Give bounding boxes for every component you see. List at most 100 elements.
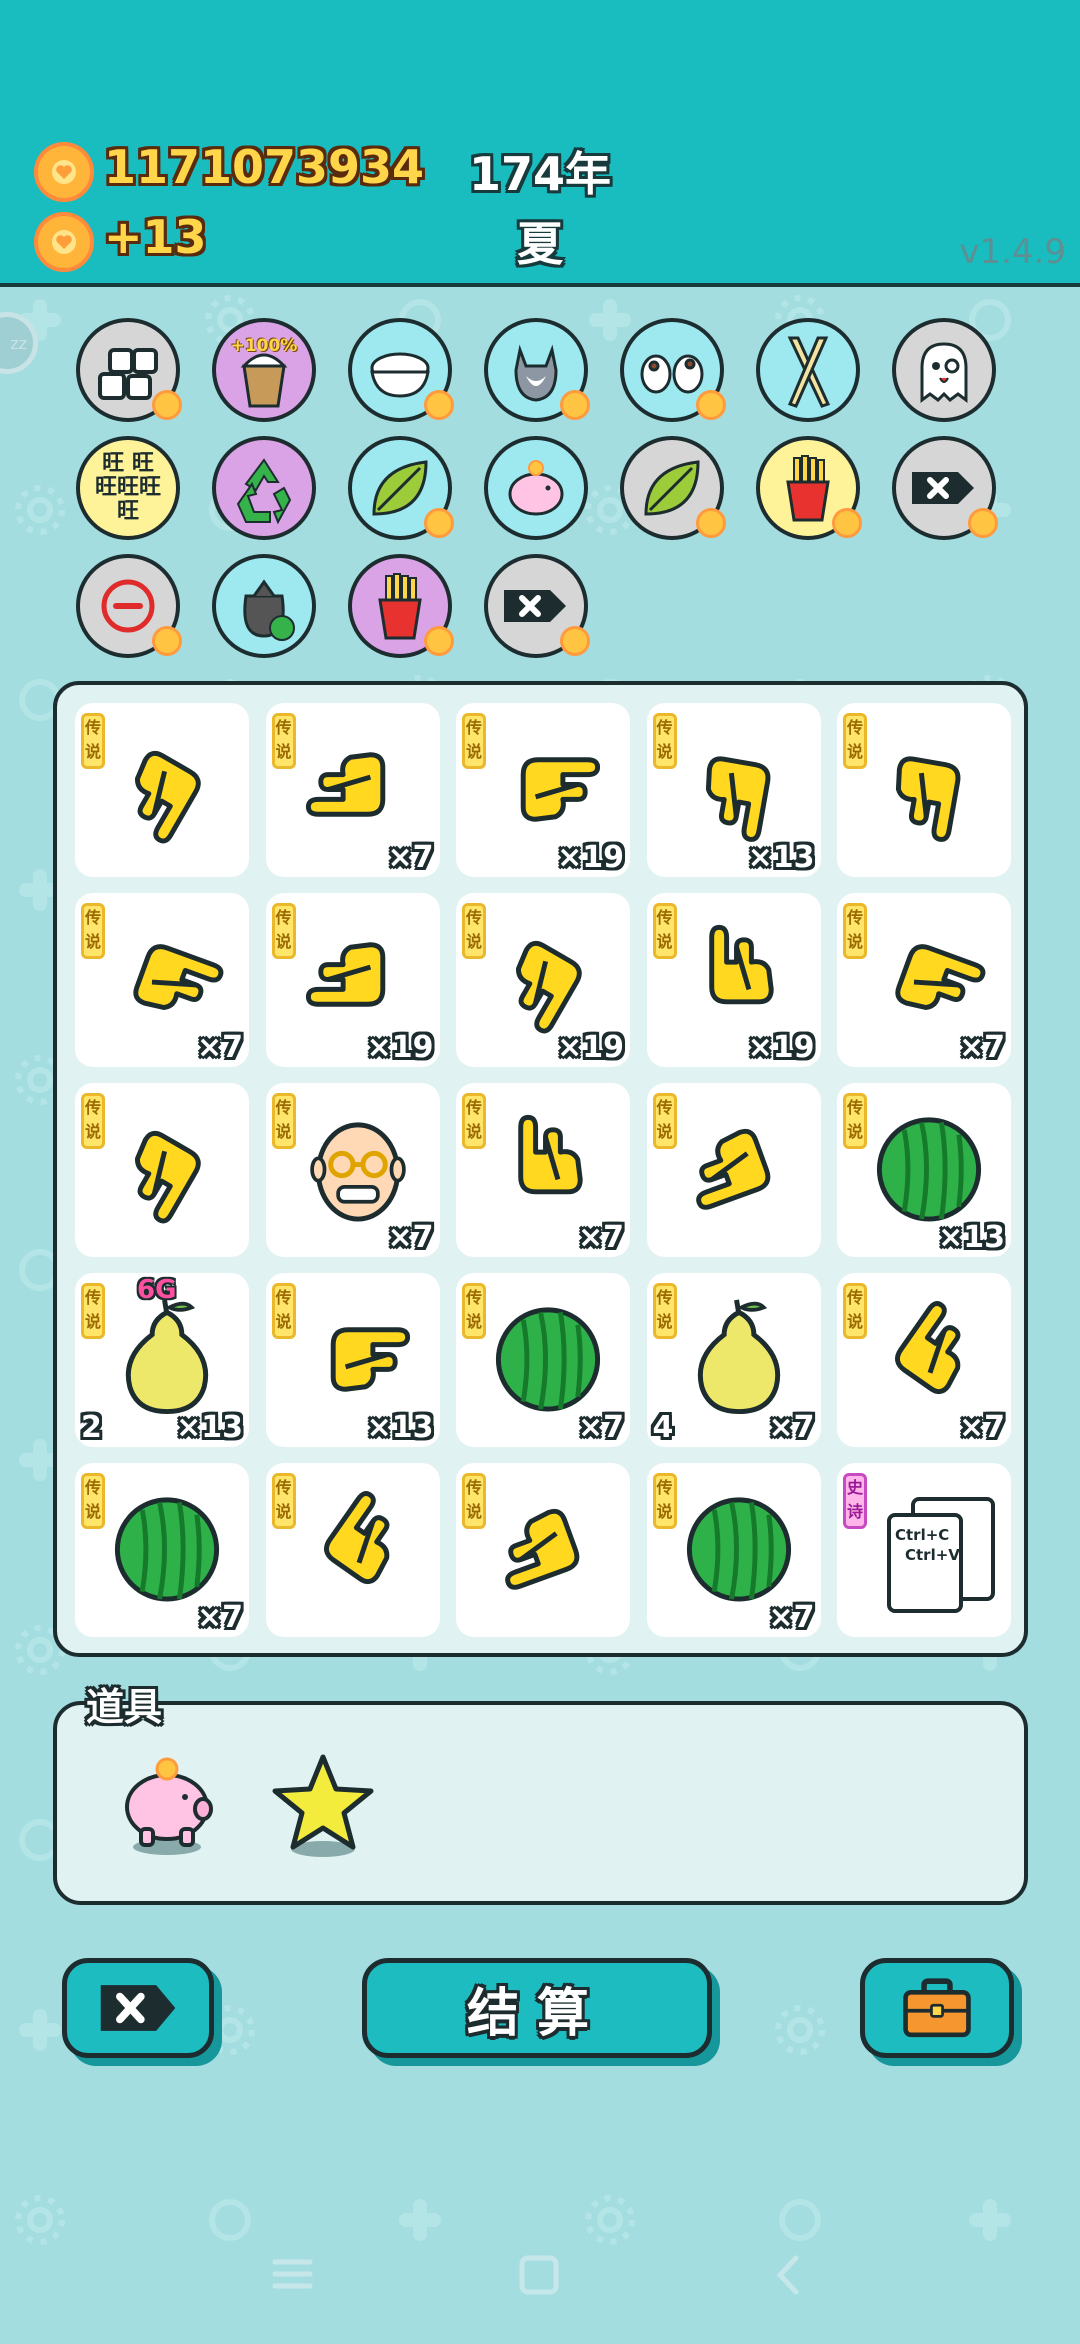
rarity-tag: 传说 — [652, 1283, 677, 1339]
board-cell[interactable]: 传说 ×13 — [837, 1083, 1011, 1257]
rarity-tag: 传说 — [81, 903, 105, 959]
cell-count: ×13 — [366, 1410, 434, 1445]
piggy-bank-tool[interactable] — [111, 1749, 223, 1861]
star-tool[interactable] — [267, 1749, 379, 1861]
hand-point-right-icon — [486, 725, 610, 849]
board-cell[interactable]: 传说 — [456, 1463, 630, 1637]
home-nav-icon[interactable] — [519, 2255, 559, 2295]
year-label: 174年 — [468, 147, 612, 201]
coin-badge-icon — [424, 626, 454, 656]
settle-label: 结算 — [466, 1983, 607, 2044]
board-cell[interactable]: 传说 — [75, 1083, 249, 1257]
coin-badge-icon — [696, 508, 726, 538]
watermelon-icon — [677, 1485, 801, 1609]
board-cell[interactable]: 传说 ×19 — [456, 893, 630, 1067]
cell-count: ×19 — [366, 1030, 434, 1065]
season-label: 夏 — [517, 217, 563, 271]
wang-text-icon[interactable]: 旺 旺 旺旺旺 旺 — [76, 436, 180, 540]
menu-nav-icon[interactable] — [272, 2259, 313, 2289]
coin-badge-icon — [560, 626, 590, 656]
briefcase-icon — [903, 1978, 971, 2038]
board-cell[interactable]: 传说 4 ×7 — [646, 1273, 821, 1447]
version-label: v1.4.9 — [959, 232, 1066, 272]
coin-badge-icon — [832, 508, 862, 538]
remove-symbol-icon — [100, 1985, 176, 2031]
coin-badge-icon — [152, 390, 182, 420]
hand-point-left-icon — [296, 915, 420, 1039]
remove-symbol-button[interactable] — [62, 1958, 214, 2058]
back-nav-icon[interactable] — [776, 2255, 799, 2295]
rarity-tag: 传说 — [652, 903, 677, 959]
coin-badge-icon — [968, 508, 998, 538]
board-cell[interactable]: 传说 ×19 — [646, 893, 821, 1067]
board-cell[interactable]: 传说 ×7 — [456, 1083, 630, 1257]
settle-button[interactable]: 结算 — [362, 1958, 712, 2058]
ghost-icon[interactable] — [892, 318, 996, 422]
cell-count: ×19 — [557, 1030, 624, 1065]
pear-icon — [105, 1295, 229, 1419]
board-cell[interactable]: 传说 ×7 — [837, 893, 1011, 1067]
wang-text: 旺 旺 旺旺旺 旺 — [94, 451, 162, 524]
bubble-tea-icon[interactable]: +100% — [212, 318, 316, 422]
grandpa-face-icon — [296, 1105, 420, 1229]
board-cell[interactable]: 史诗 Ctrl+C Ctrl+V — [837, 1463, 1011, 1637]
coin-badge-icon — [424, 390, 454, 420]
rarity-tag: 传说 — [462, 1093, 486, 1149]
copy-paste-card-icon: Ctrl+C Ctrl+V — [887, 1497, 995, 1617]
cell-count: ×19 — [557, 840, 624, 875]
trash-bag-recycle-icon[interactable] — [212, 554, 316, 658]
cell-count: ×7 — [196, 1030, 243, 1065]
coin-icon — [34, 142, 94, 202]
board-cell[interactable]: 传说 ×13 — [646, 703, 821, 877]
board-cell[interactable]: 传说 ×7 — [265, 1083, 440, 1257]
hand-point-left-down-icon — [486, 1485, 610, 1609]
card-text-paste: Ctrl+V — [905, 1546, 960, 1564]
board-cell[interactable]: 传说 — [837, 703, 1011, 877]
rarity-tag: 传说 — [81, 1473, 105, 1529]
board-cell[interactable]: 传说 — [75, 703, 249, 877]
status-header: 1171073934 +13 174年 夏 v1.4.9 — [0, 0, 1080, 287]
recycle-icon[interactable] — [212, 436, 316, 540]
rarity-tag: 传说 — [81, 1283, 105, 1339]
hand-point-up-right-icon — [296, 1485, 420, 1609]
cell-number: 2 — [81, 1410, 102, 1445]
card-text-copy: Ctrl+C — [895, 1526, 950, 1544]
rarity-tag: 传说 — [843, 1283, 867, 1339]
rarity-tag: 传说 — [271, 903, 296, 959]
board-cell[interactable]: 传说 ×7 — [837, 1273, 1011, 1447]
board-cell[interactable]: 传说 6G 2 ×13 — [75, 1273, 249, 1447]
inventory-button[interactable] — [860, 1958, 1014, 2058]
rarity-tag: 史诗 — [843, 1473, 867, 1529]
board-cell[interactable]: 传说 ×7 — [646, 1463, 821, 1637]
board-cell[interactable]: 传说 ×7 — [265, 703, 440, 877]
board-cell[interactable]: 传说 ×7 — [75, 1463, 249, 1637]
hand-point-down-left-icon — [105, 1105, 229, 1229]
coin-badge-icon — [696, 390, 726, 420]
hand-point-down-icon — [867, 725, 991, 849]
piggy-bank-icon[interactable] — [484, 436, 588, 540]
hand-point-left-icon — [296, 725, 420, 849]
board-cell[interactable]: 传说 ×19 — [265, 893, 440, 1067]
hand-point-down-icon — [677, 725, 801, 849]
board-cell[interactable]: 传说 ×7 — [75, 893, 249, 1067]
board-cell[interactable]: 传说 ×13 — [265, 1273, 440, 1447]
board-cell[interactable]: 传说 — [646, 1083, 821, 1257]
signal-tag: 6G — [137, 1275, 177, 1305]
board-cell[interactable]: 传说 ×7 — [456, 1273, 630, 1447]
cell-count: ×13 — [938, 1220, 1005, 1255]
hand-point-right-down-icon — [867, 915, 991, 1039]
rarity-tag: 传说 — [843, 903, 867, 959]
pear-icon — [677, 1295, 801, 1419]
hand-point-down-left-icon — [486, 915, 610, 1039]
board-cell[interactable]: 传说 ×19 — [456, 703, 630, 877]
board-cell[interactable]: 传说 — [265, 1463, 440, 1637]
tools-label: 道具 — [86, 1685, 163, 1729]
rarity-tag: 传说 — [271, 1473, 296, 1529]
coin-income-icon — [34, 212, 94, 272]
rarity-tag: 传说 — [652, 1473, 677, 1529]
cell-count: ×7 — [958, 1410, 1005, 1445]
cell-count: ×7 — [387, 1220, 434, 1255]
hand-point-up-icon — [677, 915, 801, 1039]
slot-board: 传说 传说 ×7 传说 ×19 传说 ×13 传说 传说 ×7 传说 ×19 传… — [53, 681, 1028, 1657]
chopsticks-icon[interactable] — [756, 318, 860, 422]
